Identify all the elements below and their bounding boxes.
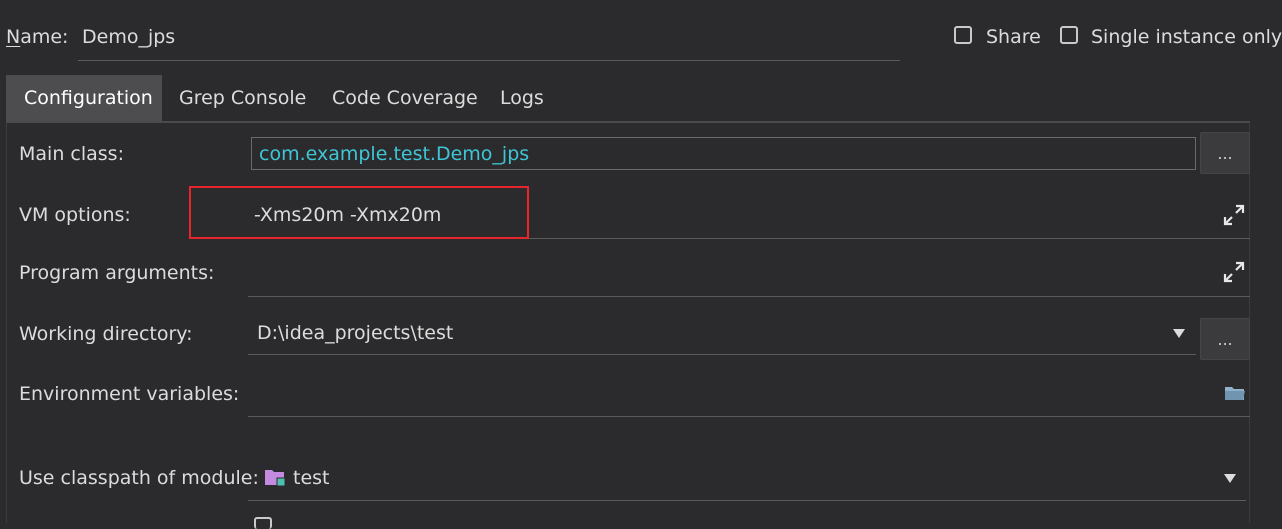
main-class-browse-button[interactable]: ... xyxy=(1200,132,1250,174)
main-class-label: Main class: xyxy=(19,143,124,165)
environment-variables-input[interactable] xyxy=(254,382,1194,406)
tabs-underline xyxy=(6,121,1250,123)
expand-icon[interactable] xyxy=(1223,261,1245,283)
name-label: Name: xyxy=(6,26,69,48)
tab-code-coverage[interactable]: Code Coverage xyxy=(316,75,494,121)
working-directory-label: Working directory: xyxy=(19,323,193,345)
name-label-text: ame: xyxy=(20,26,69,48)
bottom-checkbox[interactable] xyxy=(254,517,272,529)
environment-variables-label: Environment variables: xyxy=(19,383,240,405)
working-directory-browse-button[interactable]: ... xyxy=(1200,318,1250,360)
program-arguments-input[interactable] xyxy=(254,261,1194,285)
program-arguments-underline xyxy=(248,296,1250,297)
program-arguments-label: Program arguments: xyxy=(19,262,215,284)
folder-icon[interactable] xyxy=(1224,384,1246,402)
chevron-down-icon[interactable] xyxy=(1224,474,1236,483)
tab-logs[interactable]: Logs xyxy=(484,75,560,121)
single-instance-checkbox[interactable] xyxy=(1060,26,1078,44)
classpath-module-label: Use classpath of module: xyxy=(19,467,259,489)
vm-options-label: VM options: xyxy=(19,204,131,226)
classpath-module-underline xyxy=(248,500,1246,501)
main-class-value: com.example.test.Demo_jps xyxy=(259,143,530,165)
name-input-value: Demo_jps xyxy=(82,26,176,48)
tab-grep-console[interactable]: Grep Console xyxy=(163,75,322,121)
highlight-box xyxy=(189,186,529,239)
share-checkbox[interactable] xyxy=(954,26,972,44)
working-directory-underline xyxy=(248,354,1196,355)
environment-variables-underline xyxy=(248,416,1250,417)
panel-border-left xyxy=(6,123,7,523)
name-input-underline xyxy=(78,60,900,61)
module-folder-icon xyxy=(265,470,286,487)
classpath-module-select[interactable]: test xyxy=(293,466,330,490)
single-instance-label[interactable]: Single instance only xyxy=(1091,25,1282,49)
tab-configuration[interactable]: Configuration xyxy=(6,75,162,121)
expand-icon[interactable] xyxy=(1223,204,1245,226)
share-label[interactable]: Share xyxy=(986,25,1041,49)
name-input[interactable]: Demo_jps xyxy=(82,25,175,49)
chevron-down-icon[interactable] xyxy=(1173,329,1185,338)
working-directory-input[interactable]: D:\idea_projects\test xyxy=(257,321,453,345)
